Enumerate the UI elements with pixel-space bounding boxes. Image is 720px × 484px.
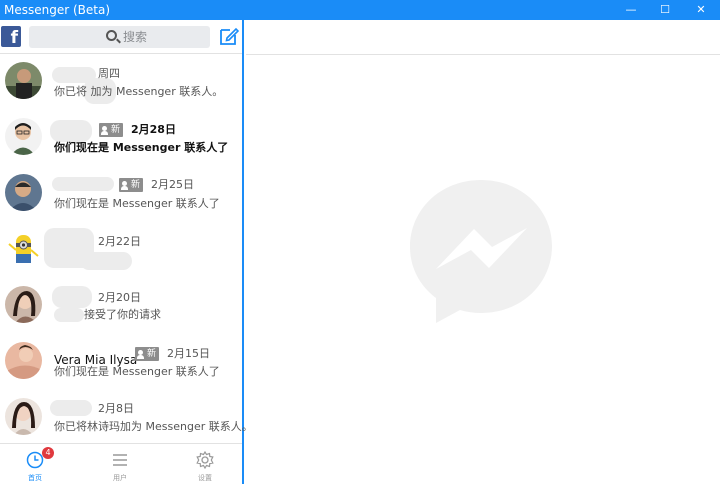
minimize-button[interactable]: —	[614, 0, 648, 20]
gear-icon	[196, 451, 214, 469]
message-date: 周四	[98, 67, 120, 80]
avatar	[5, 174, 42, 211]
tab-settings[interactable]: 设置	[170, 444, 240, 484]
message-date: 2月15日	[167, 347, 210, 360]
blurred-name	[52, 177, 114, 191]
message-preview: 你们现在是 Messenger 联系人了	[54, 141, 229, 154]
avatar	[5, 286, 42, 323]
tab-label: 设置	[198, 474, 212, 482]
avatar	[5, 118, 42, 155]
conversation-item[interactable]: 2月20日 接受了你的请求	[0, 278, 242, 334]
header-divider	[246, 54, 720, 55]
message-date: 2月28日	[131, 123, 176, 136]
avatar	[5, 230, 42, 267]
conversation-item[interactable]: Vera Mia Ilysa 新 2月15日 你们现在是 Messenger 联…	[0, 334, 242, 390]
search-placeholder: 搜索	[123, 30, 148, 44]
blurred-name	[52, 286, 92, 308]
message-date: 2月22日	[98, 235, 141, 248]
maximize-button[interactable]: ☐	[648, 0, 682, 20]
blurred-name	[54, 308, 84, 322]
message-date: 2月8日	[98, 402, 134, 415]
conversation-item[interactable]: 新 2月25日 你们现在是 Messenger 联系人了	[0, 166, 242, 222]
tab-people[interactable]: 用户	[85, 444, 155, 484]
facebook-logo-icon[interactable]: f	[1, 26, 21, 47]
conversation-item[interactable]: 新 2月28日 你们现在是 Messenger 联系人了	[0, 110, 242, 166]
tab-label: 用户	[113, 474, 127, 482]
message-date: 2月25日	[151, 178, 194, 191]
new-contact-badge: 新	[99, 123, 124, 137]
conversation-item[interactable]: 周四 你已将 加为 Messenger 联系人。	[0, 54, 242, 110]
tab-label: 首页	[28, 474, 42, 482]
new-contact-badge: 新	[135, 347, 160, 361]
conversation-item[interactable]: 2月8日 你已将林诗玛加为 Messenger 联系人。	[0, 390, 253, 446]
avatar	[5, 342, 42, 379]
message-preview: 你已将 加为 Messenger 联系人。	[54, 85, 224, 98]
bottom-navigation: 4 首页 用户 设置	[0, 443, 242, 484]
blurred-name	[50, 400, 92, 416]
blurred-name	[50, 120, 92, 142]
window-title: Messenger (Beta)	[4, 3, 111, 17]
tab-home[interactable]: 4 首页	[0, 444, 70, 484]
message-preview: 接受了你的请求	[84, 308, 161, 321]
message-preview: 你们现在是 Messenger 联系人了	[54, 365, 220, 378]
conversation-sidebar: f 搜索 周四 你已将 加为 Messenger 联系人。 新 2月28日 你们…	[0, 20, 253, 484]
blurred-name	[80, 252, 132, 270]
list-icon	[113, 454, 127, 466]
avatar	[5, 398, 42, 435]
messenger-logo-icon	[410, 180, 552, 323]
conversation-panel	[246, 20, 720, 484]
conversation-item[interactable]: 2月22日	[0, 222, 242, 278]
message-preview: 你已将林诗玛加为 Messenger 联系人。	[54, 420, 253, 433]
title-bar: Messenger (Beta) — ☐ ✕	[0, 0, 720, 20]
new-contact-badge: 新	[119, 178, 144, 192]
close-button[interactable]: ✕	[684, 0, 718, 20]
unread-count-badge: 4	[42, 447, 54, 459]
sidebar-toolbar: f 搜索	[0, 20, 242, 54]
compose-icon[interactable]	[219, 26, 239, 46]
message-preview: 你们现在是 Messenger 联系人了	[54, 197, 220, 210]
search-icon	[106, 30, 117, 41]
search-box[interactable]: 搜索	[29, 26, 210, 48]
avatar	[5, 62, 42, 99]
message-date: 2月20日	[98, 291, 141, 304]
